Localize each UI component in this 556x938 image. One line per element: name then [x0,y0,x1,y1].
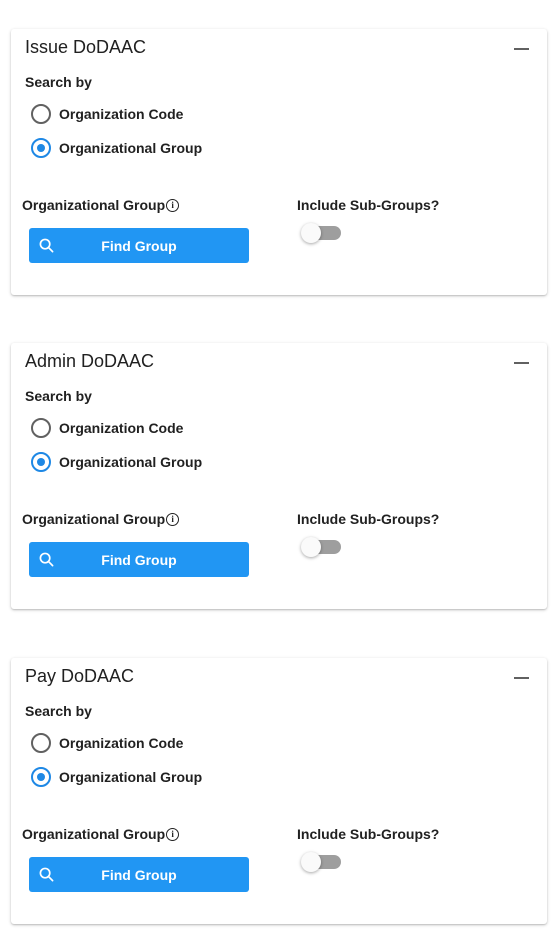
search-by-label: Search by [25,74,92,90]
radio-label: Organizational Group [59,140,203,156]
radio-checked-icon[interactable] [31,138,51,158]
card-title: Admin DoDAAC [25,351,155,371]
organizational-group-field-label: Organizational Group i [22,197,180,213]
field-label-text: Organizational Group [22,826,166,842]
find-group-label: Find Group [101,866,177,883]
admin-dodaac-card: Admin DoDAAC Search by Organization Code… [11,343,547,609]
minus-icon[interactable] [514,362,529,364]
include-subgroups-toggle[interactable] [301,223,341,243]
radio-label: Organization Code [59,106,184,122]
find-group-label: Find Group [101,551,177,568]
radio-unchecked-icon[interactable] [31,733,51,753]
radio-organizational-group[interactable]: Organizational Group [31,452,202,472]
radio-organizational-group[interactable]: Organizational Group [31,767,202,787]
find-group-button[interactable]: Find Group [29,542,249,577]
minus-icon[interactable] [514,48,529,50]
issue-dodaac-card: Issue DoDAAC Search by Organization Code… [11,29,547,295]
info-icon[interactable]: i [166,512,180,526]
organizational-group-field-label: Organizational Group i [22,511,180,527]
radio-checked-icon[interactable] [31,767,51,787]
search-by-label: Search by [25,703,92,719]
radio-organization-code[interactable]: Organization Code [31,104,183,124]
field-label-text: Organizational Group [22,197,166,213]
include-subgroups-toggle[interactable] [301,537,341,557]
search-by-label: Search by [25,388,92,404]
toggle-knob[interactable] [301,537,321,557]
include-subgroups-label: Include Sub-Groups? [297,826,440,842]
radio-unchecked-icon[interactable] [31,104,51,124]
organizational-group-field-label: Organizational Group i [22,826,180,842]
card-title: Pay DoDAAC [25,666,135,686]
toggle-knob[interactable] [301,852,321,872]
radio-label: Organization Code [59,735,184,751]
include-subgroups-label: Include Sub-Groups? [297,511,440,527]
minus-icon[interactable] [514,677,529,679]
radio-unchecked-icon[interactable] [31,418,51,438]
info-icon[interactable]: i [166,827,180,841]
include-subgroups-toggle[interactable] [301,852,341,872]
find-group-button[interactable]: Find Group [29,228,249,263]
radio-organization-code[interactable]: Organization Code [31,733,183,753]
radio-checked-icon[interactable] [31,452,51,472]
radio-organizational-group[interactable]: Organizational Group [31,138,202,158]
pay-dodaac-card: Pay DoDAAC Search by Organization Code O… [11,658,547,924]
find-group-button[interactable]: Find Group [29,857,249,892]
radio-label: Organizational Group [59,454,203,470]
toggle-knob[interactable] [301,223,321,243]
include-subgroups-label: Include Sub-Groups? [297,197,440,213]
field-label-text: Organizational Group [22,511,166,527]
find-group-label: Find Group [101,237,177,254]
radio-label: Organization Code [59,420,184,436]
radio-label: Organizational Group [59,769,203,785]
info-icon[interactable]: i [166,198,180,212]
radio-organization-code[interactable]: Organization Code [31,418,183,438]
card-title: Issue DoDAAC [25,37,147,57]
